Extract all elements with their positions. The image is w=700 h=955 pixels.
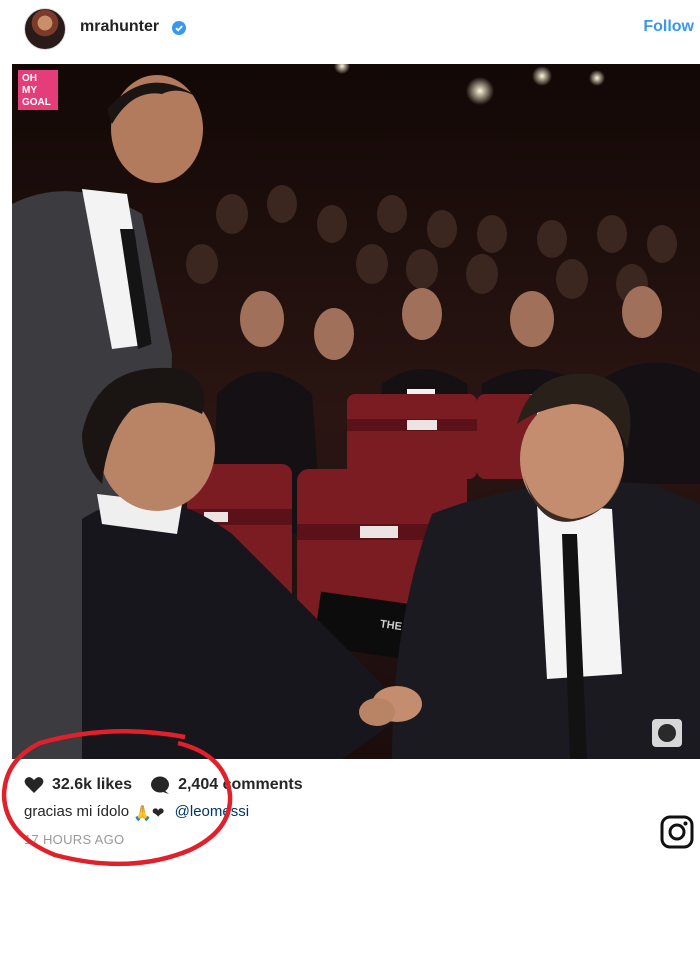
caption-text: gracias mi ídolo	[24, 803, 130, 820]
timestamp[interactable]: 17 HOURS AGO	[24, 832, 124, 847]
brand-watermark: OH MY GOAL	[18, 70, 58, 110]
post-header: mrahunter Follow	[0, 0, 700, 60]
mention-link[interactable]: @leomessi	[175, 803, 249, 820]
caption-emojis: 🙏❤	[133, 805, 165, 822]
post-photo[interactable]: THE BEST OH	[12, 64, 700, 759]
engagement-row: 32.6k likes 2,404 comments	[24, 774, 303, 796]
likes-count[interactable]: 32.6k likes	[52, 776, 132, 794]
instagram-post: mrahunter Follow THE OH MY GOAL 32.6k li…	[0, 0, 700, 955]
follow-button[interactable]: Follow	[643, 18, 694, 36]
username[interactable]: mrahunter	[80, 18, 159, 36]
caption: gracias mi ídolo 🙏❤ @leomessi	[24, 803, 249, 822]
instagram-logo-icon[interactable]	[660, 815, 694, 849]
verified-badge-icon	[172, 21, 186, 35]
avatar[interactable]	[24, 8, 66, 50]
heart-icon[interactable]	[24, 776, 44, 794]
comment-icon[interactable]	[150, 776, 170, 794]
comments-count[interactable]: 2,404 comments	[178, 776, 303, 794]
